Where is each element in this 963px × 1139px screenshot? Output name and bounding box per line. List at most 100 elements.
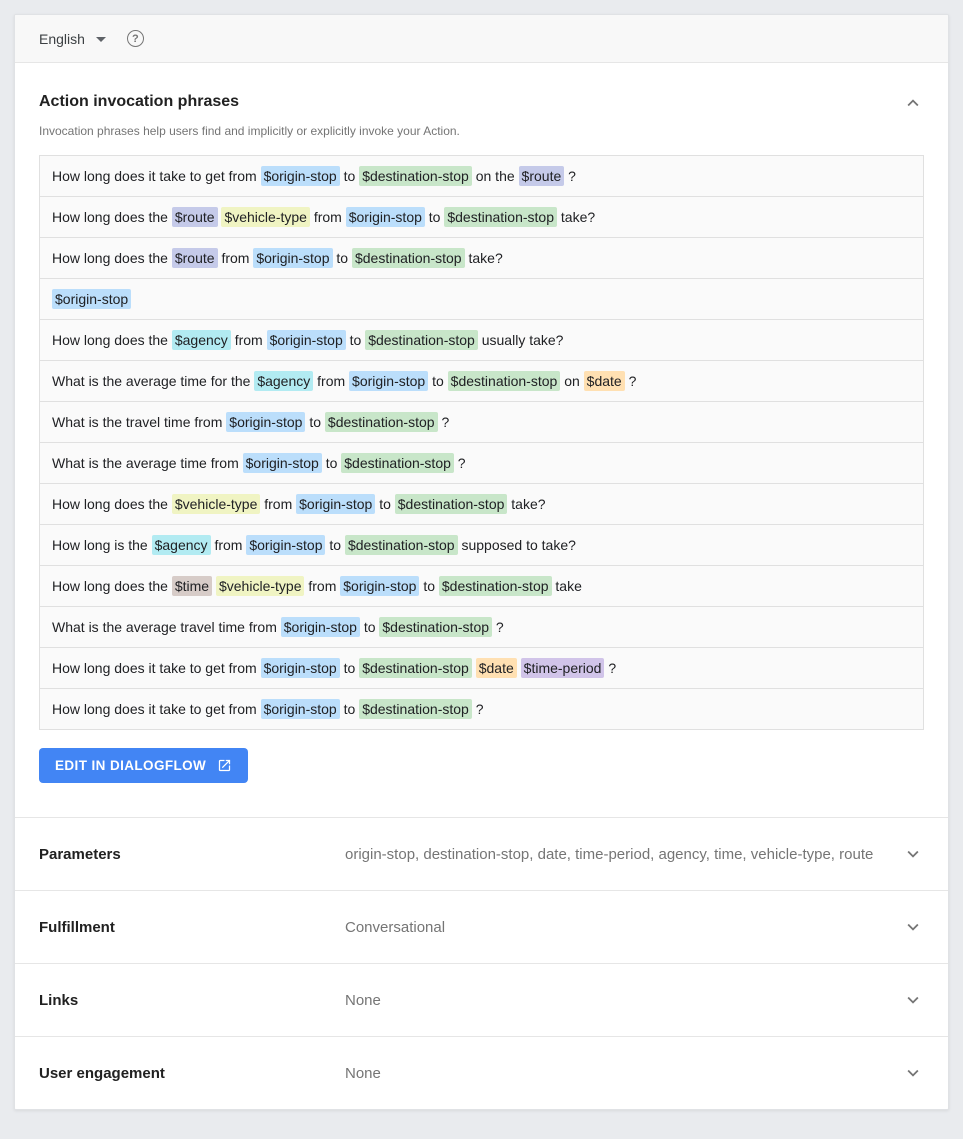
section-title: Action invocation phrases	[39, 92, 239, 111]
param-chip-vehicle-type: $vehicle-type	[172, 494, 261, 514]
param-chip-route: $route	[172, 248, 218, 268]
param-chip-destination-stop: $destination-stop	[359, 166, 472, 186]
param-chip-origin-stop: $origin-stop	[226, 412, 305, 432]
param-chip-vehicle-type: $vehicle-type	[221, 207, 310, 227]
phrase-text: to	[346, 332, 365, 348]
language-label: English	[39, 31, 85, 47]
phrase-text: to	[340, 168, 359, 184]
phrase-text: ?	[625, 373, 637, 389]
section-label: Links	[39, 992, 345, 1009]
param-chip-origin-stop: $origin-stop	[349, 371, 428, 391]
phrase-text: to	[375, 496, 394, 512]
section-row-fulfillment[interactable]: Fulfillment Conversational	[15, 890, 948, 963]
phrase-row: How long does the $agency from $origin-s…	[40, 319, 923, 360]
phrase-text: ?	[472, 701, 484, 717]
phrase-text: usually take?	[478, 332, 564, 348]
language-bar: English	[15, 15, 948, 63]
chevron-down-icon	[902, 989, 924, 1011]
phrase-text: How long is the	[52, 537, 152, 553]
param-chip-time-period: $time-period	[521, 658, 605, 678]
phrase-text: How long does it take to get from	[52, 701, 261, 717]
section-row-links[interactable]: Links None	[15, 963, 948, 1036]
chevron-down-icon	[902, 1062, 924, 1084]
open-in-new-icon	[217, 758, 232, 773]
param-chip-origin-stop: $origin-stop	[296, 494, 375, 514]
param-chip-origin-stop: $origin-stop	[346, 207, 425, 227]
phrase-row: What is the average time from $origin-st…	[40, 442, 923, 483]
section-value: None	[345, 1065, 902, 1082]
param-chip-agency: $agency	[172, 330, 231, 350]
param-chip-origin-stop: $origin-stop	[261, 699, 340, 719]
chevron-down-icon	[902, 843, 924, 865]
section-value: origin-stop, destination-stop, date, tim…	[345, 846, 902, 863]
section-label: User engagement	[39, 1065, 345, 1082]
phrase-text: ?	[492, 619, 504, 635]
param-chip-destination-stop: $destination-stop	[352, 248, 465, 268]
help-icon[interactable]	[127, 30, 144, 47]
section-value: None	[345, 992, 902, 1009]
phrase-text: from	[310, 209, 346, 225]
param-chip-destination-stop: $destination-stop	[379, 617, 492, 637]
phrase-text: ?	[604, 660, 616, 676]
phrase-row: How long does the $time $vehicle-type fr…	[40, 565, 923, 606]
section-label: Fulfillment	[39, 919, 345, 936]
phrase-row: How long does it take to get from $origi…	[40, 647, 923, 688]
phrase-text: ?	[454, 455, 466, 471]
param-chip-origin-stop: $origin-stop	[281, 617, 360, 637]
phrase-text: from	[218, 250, 254, 266]
language-selector[interactable]: English	[39, 31, 106, 47]
detail-sections: Parameters origin-stop, destination-stop…	[15, 817, 948, 1109]
invocation-phrases-header: Action invocation phrases	[39, 92, 924, 114]
phrase-row: How long does the $route from $origin-st…	[40, 237, 923, 278]
phrase-text: from	[304, 578, 340, 594]
phrase-text: ?	[564, 168, 576, 184]
param-chip-vehicle-type: $vehicle-type	[216, 576, 305, 596]
phrase-text: How long does the	[52, 332, 172, 348]
phrase-text: take?	[465, 250, 503, 266]
param-chip-date: $date	[476, 658, 517, 678]
phrase-row: $origin-stop	[40, 278, 923, 319]
param-chip-origin-stop: $origin-stop	[261, 658, 340, 678]
phrase-row: How long does it take to get from $origi…	[40, 688, 923, 729]
phrase-row: How long does the $route $vehicle-type f…	[40, 196, 923, 237]
param-chip-date: $date	[584, 371, 625, 391]
phrase-text: on the	[472, 168, 519, 184]
phrase-row: What is the average time for the $agency…	[40, 360, 923, 401]
phrase-row: What is the average travel time from $or…	[40, 606, 923, 647]
section-value: Conversational	[345, 919, 902, 936]
param-chip-destination-stop: $destination-stop	[448, 371, 561, 391]
phrase-text: to	[305, 414, 324, 430]
phrase-text: supposed to take?	[458, 537, 576, 553]
phrase-list: How long does it take to get from $origi…	[39, 155, 924, 730]
param-chip-origin-stop: $origin-stop	[261, 166, 340, 186]
section-row-parameters[interactable]: Parameters origin-stop, destination-stop…	[15, 817, 948, 890]
phrase-text: to	[340, 701, 359, 717]
param-chip-destination-stop: $destination-stop	[359, 658, 472, 678]
section-subtitle: Invocation phrases help users find and i…	[39, 124, 924, 138]
phrase-text: How long does the	[52, 496, 172, 512]
param-chip-destination-stop: $destination-stop	[395, 494, 508, 514]
section-row-user-engagement[interactable]: User engagement None	[15, 1036, 948, 1109]
param-chip-destination-stop: $destination-stop	[345, 535, 458, 555]
collapse-section-button[interactable]	[902, 92, 924, 114]
param-chip-agency: $agency	[152, 535, 211, 555]
param-chip-destination-stop: $destination-stop	[325, 412, 438, 432]
param-chip-time: $time	[172, 576, 212, 596]
phrase-text: How long does the	[52, 250, 172, 266]
chevron-down-icon	[902, 916, 924, 938]
phrase-text: How long does the	[52, 209, 172, 225]
phrase-text: ?	[438, 414, 450, 430]
phrase-row: How long is the $agency from $origin-sto…	[40, 524, 923, 565]
phrase-text: What is the average time for the	[52, 373, 254, 389]
phrase-text: from	[260, 496, 296, 512]
phrase-text: from	[211, 537, 247, 553]
phrase-row: What is the travel time from $origin-sto…	[40, 401, 923, 442]
param-chip-destination-stop: $destination-stop	[341, 453, 454, 473]
phrase-text: from	[313, 373, 349, 389]
phrase-text: to	[325, 537, 344, 553]
edit-in-dialogflow-button[interactable]: EDIT IN DIALOGFLOW	[39, 748, 248, 783]
param-chip-origin-stop: $origin-stop	[243, 453, 322, 473]
phrase-row: How long does it take to get from $origi…	[40, 156, 923, 196]
phrase-text: to	[425, 209, 444, 225]
phrase-text: take?	[557, 209, 595, 225]
